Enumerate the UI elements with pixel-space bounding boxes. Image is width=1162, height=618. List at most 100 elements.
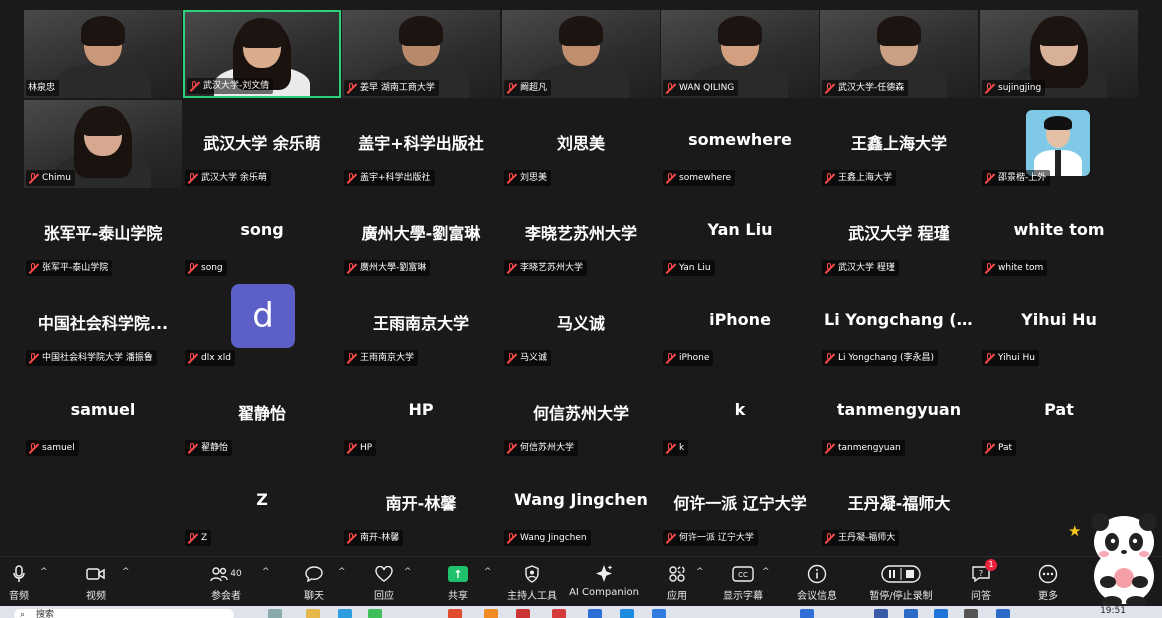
meeting-info-label: 会议信息 xyxy=(797,591,837,602)
participant-tile[interactable]: HP HP xyxy=(342,370,500,458)
participant-name-label: white tom xyxy=(982,260,1048,276)
participant-tile[interactable]: 中国社会科学院... 中国社会科学院大学 潘振鲁 xyxy=(24,280,182,368)
participant-tile[interactable]: Yan Liu Yan Liu xyxy=(661,190,819,278)
participant-name-label: WAN QILING xyxy=(663,80,739,96)
participant-name: Pat xyxy=(998,443,1013,453)
captions-button[interactable]: CC 显示字幕 xyxy=(718,563,768,607)
participant-tile[interactable]: white tom white tom xyxy=(980,190,1138,278)
react-label: 回应 xyxy=(374,591,394,602)
participant-tile[interactable]: 刘思美 刘思美 xyxy=(502,100,660,188)
participant-tile[interactable]: 武汉大学-任德森 xyxy=(820,10,978,98)
participant-tile[interactable]: 何许一派 辽宁大学 何许一派 辽宁大学 xyxy=(661,460,819,548)
participant-name: 张军平-泰山学院 xyxy=(42,263,109,273)
record-button[interactable]: 暂停/停止录制 xyxy=(866,563,936,607)
folder-icon[interactable] xyxy=(306,609,320,618)
participant-tile[interactable]: 廣州大學-劉富琳 廣州大學-劉富琳 xyxy=(342,190,500,278)
apps-options-chevron-icon[interactable]: ^ xyxy=(696,567,704,577)
participant-tile[interactable]: 武汉大学 余乐萌 武汉大学 余乐萌 xyxy=(183,100,341,188)
react-options-chevron-icon[interactable]: ^ xyxy=(404,567,412,577)
mic-muted-icon xyxy=(824,82,835,94)
audio-options-chevron-icon[interactable]: ^ xyxy=(40,567,48,577)
share-button[interactable]: ↑ 共享 xyxy=(444,563,472,607)
chat-options-chevron-icon[interactable]: ^ xyxy=(338,567,346,577)
participant-display-name: 何信苏州大学 xyxy=(532,404,629,423)
qa-button[interactable]: ? 1 问答 xyxy=(966,559,997,607)
participants-button[interactable]: 40 参会者 xyxy=(204,563,248,607)
participant-tile[interactable]: 何信苏州大学 何信苏州大学 xyxy=(502,370,660,458)
taskbar-app-icon[interactable] xyxy=(448,609,462,618)
mic-muted-icon xyxy=(189,80,200,92)
taskbar-app-icon[interactable] xyxy=(964,609,978,618)
participant-tile[interactable]: Li Yongchang (... Li Yongchang (李永昌) xyxy=(820,280,978,368)
panda-sticker xyxy=(1086,506,1162,608)
participant-name: 王雨南京大学 xyxy=(360,353,415,363)
more-button[interactable]: 更多 xyxy=(1034,563,1062,607)
participant-tile[interactable]: d dlx xld xyxy=(183,280,341,368)
taskbar-app-icon[interactable] xyxy=(996,609,1010,618)
participant-tile[interactable]: samuel samuel xyxy=(24,370,182,458)
participant-tile[interactable]: 邵景楷-上外 xyxy=(980,100,1138,188)
participant-tile[interactable]: 武汉大学-刘文倩 xyxy=(183,10,341,98)
taskbar-app-icon[interactable] xyxy=(934,609,948,618)
participant-tile[interactable]: Wang Jingchen Wang Jingchen xyxy=(502,460,660,548)
react-button[interactable]: 回应 xyxy=(370,563,398,607)
participant-tile[interactable]: 武汉大学 程瑾 武汉大学 程瑾 xyxy=(820,190,978,278)
chat-button[interactable]: 聊天 xyxy=(300,563,328,607)
participant-tile[interactable]: song song xyxy=(183,190,341,278)
taskbar-app-icon[interactable] xyxy=(552,609,566,618)
taskbar-app-icon[interactable] xyxy=(904,609,918,618)
participant-tile[interactable]: Pat Pat xyxy=(980,370,1138,458)
participant-name-label: iPhone xyxy=(663,350,714,366)
taskbar-app-icon[interactable] xyxy=(516,609,530,618)
participant-display-name: 王雨南京大学 xyxy=(372,314,469,333)
participant-display-name: somewhere xyxy=(688,130,792,149)
taskbar-app-icon[interactable] xyxy=(268,609,282,618)
participant-tile[interactable]: sujingjing xyxy=(980,10,1138,98)
meeting-info-button[interactable]: 会议信息 xyxy=(792,563,842,607)
video-button[interactable]: 视频 xyxy=(82,563,110,607)
wechat-icon[interactable] xyxy=(368,609,382,618)
apps-button[interactable]: 应用 xyxy=(664,563,690,607)
participant-name: 何信苏州大学 xyxy=(520,443,575,453)
audio-button[interactable]: 音频 xyxy=(6,563,32,607)
participants-options-chevron-icon[interactable]: ^ xyxy=(262,567,270,577)
participant-tile[interactable]: Chimu xyxy=(24,100,182,188)
taskbar-app-icon[interactable] xyxy=(874,609,888,618)
host-tools-button[interactable]: 主持人工具 xyxy=(502,563,562,607)
participant-tile[interactable]: 马义诚 马义诚 xyxy=(502,280,660,368)
participant-tile[interactable]: iPhone iPhone xyxy=(661,280,819,368)
participant-tile[interactable]: tanmengyuan tanmengyuan xyxy=(820,370,978,458)
participant-tile[interactable]: 王雨南京大学 王雨南京大学 xyxy=(342,280,500,368)
ai-companion-button[interactable]: AI Companion xyxy=(569,563,639,607)
participant-tile[interactable]: ZZ xyxy=(183,460,341,548)
taskbar-app-icon[interactable] xyxy=(652,609,666,618)
participant-tile[interactable]: 张军平-泰山学院 张军平-泰山学院 xyxy=(24,190,182,278)
shield-icon xyxy=(524,563,540,585)
participant-tile[interactable]: 林泉忠 xyxy=(24,10,182,98)
taskbar-app-icon[interactable] xyxy=(484,609,498,618)
edge-icon[interactable] xyxy=(338,609,352,618)
participant-tile[interactable]: 盖宇+科学出版社 盖宇+科学出版社 xyxy=(342,100,500,188)
participant-tile[interactable]: WAN QILING xyxy=(661,10,819,98)
share-options-chevron-icon[interactable]: ^ xyxy=(484,567,492,577)
participant-display-name: k xyxy=(734,400,746,419)
taskbar-app-icon[interactable] xyxy=(620,609,634,618)
participant-tile[interactable]: 姜早 湖南工商大学 xyxy=(342,10,500,98)
captions-options-chevron-icon[interactable]: ^ xyxy=(762,567,770,577)
participant-tile[interactable]: 南开-林馨 南开-林馨 xyxy=(342,460,500,548)
participant-tile[interactable]: 阚超凡 xyxy=(502,10,660,98)
participant-tile[interactable]: 李晓艺苏州大学 李晓艺苏州大学 xyxy=(502,190,660,278)
participant-tile[interactable]: somewhere somewhere xyxy=(661,100,819,188)
zoom-icon[interactable] xyxy=(800,609,814,618)
mic-muted-icon xyxy=(506,442,517,454)
participant-tile[interactable]: 翟静怡 翟静怡 xyxy=(183,370,341,458)
video-options-chevron-icon[interactable]: ^ xyxy=(122,567,130,577)
participant-tile[interactable]: kk xyxy=(661,370,819,458)
participant-tile[interactable]: Yihui Hu Yihui Hu xyxy=(980,280,1138,368)
participant-tile[interactable]: 王丹凝-福师大 王丹凝-福师大 xyxy=(820,460,978,548)
taskbar-app-icon[interactable] xyxy=(588,609,602,618)
participant-name-label: HP xyxy=(344,440,377,456)
participant-tile[interactable]: 王鑫上海大学 王鑫上海大学 xyxy=(820,100,978,188)
taskbar-search[interactable]: ⌕ 搜索 xyxy=(14,609,234,618)
participant-display-name: 武汉大学 余乐萌 xyxy=(203,134,321,153)
